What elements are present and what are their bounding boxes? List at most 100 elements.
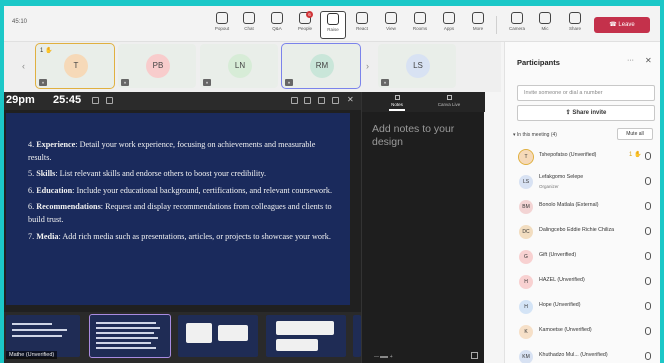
item-number: 4. (28, 140, 35, 149)
slide-thumbnail[interactable] (353, 315, 361, 357)
reset-icon[interactable] (92, 97, 99, 104)
mic-off-icon (645, 152, 651, 160)
share-button[interactable]: Share (562, 11, 588, 39)
participant-row[interactable]: KM Khuthadzo Mul... (Unverified) (515, 348, 657, 363)
slide-thumbnail[interactable] (266, 315, 346, 357)
participant-role: Organizer (539, 184, 559, 189)
slide-thumbnail-selected[interactable] (89, 314, 171, 358)
item-number: 6. (28, 185, 35, 195)
zoom-controls[interactable]: — + (374, 354, 393, 360)
toolbar-divider (496, 16, 497, 34)
notes-panel: Notes Canva Live Add notes to your desig… (361, 92, 485, 363)
item-title: Recommendations (36, 202, 101, 212)
participant-row[interactable]: K Kamoetse (Unverified) (515, 323, 657, 341)
invite-search-input[interactable]: Invite someone or dial a number (517, 85, 655, 101)
item-text: : Include your educational background, c… (72, 185, 332, 195)
leave-label: Leave (618, 22, 635, 28)
rooms-button[interactable]: Rooms (407, 11, 433, 39)
more-icon[interactable] (332, 97, 339, 104)
slide-list-item: 5. Skills: List relevant skills and endo… (28, 168, 338, 181)
close-icon[interactable]: ✕ (347, 95, 354, 104)
people-count-badge: 6 (306, 11, 313, 18)
view-button[interactable]: View (378, 11, 404, 39)
magic-icon[interactable] (304, 97, 311, 104)
participant-row[interactable]: H Hope (Unverified) (515, 298, 657, 316)
mute-all-button[interactable]: Mute all (617, 128, 653, 140)
avatar: T (64, 54, 88, 78)
toolbar-label: React (356, 26, 368, 31)
presenter-bar: 29pm 25:45 ✕ (4, 92, 361, 110)
people-button[interactable]: People 6 (292, 11, 318, 39)
q-a-button[interactable]: Q&A (264, 11, 290, 39)
participant-name: Dalingcebo Eddie Richie Chiliza (539, 227, 615, 233)
tab-canva-live[interactable]: Canva Live (424, 95, 474, 107)
participant-tile[interactable]: RM ⏸ (281, 43, 361, 89)
camera-button[interactable]: Camera (504, 11, 530, 39)
participant-tile[interactable]: T ⏸ 1 ✋ (35, 43, 115, 89)
presenter-timer: 25:45 (53, 94, 82, 106)
participant-tile[interactable]: PB ⏸ (118, 44, 196, 88)
panel-title: Participants (517, 58, 560, 67)
teams-window: 45:10 Popout Chat Q&A People 6 Raise React View… (4, 6, 660, 363)
toolbar-label: Raise (327, 27, 339, 32)
raise-button[interactable]: Raise (320, 11, 346, 39)
mic-muted-icon: ⏸ (39, 79, 47, 86)
tab-notes[interactable]: Notes (372, 95, 422, 111)
share-invite-button[interactable]: ⇪ Share invite (517, 105, 655, 121)
toolbar-label: Rooms (412, 26, 428, 31)
notes-icon (394, 95, 400, 100)
notes-textarea[interactable]: Add notes to your design (372, 123, 480, 149)
participant-tile[interactable]: LS ⏸ (378, 44, 456, 88)
mic-muted-icon: ⏸ (121, 79, 129, 86)
popout-icon (216, 12, 228, 24)
share-icon (569, 12, 581, 24)
avatar: KM (519, 350, 533, 363)
mic-button[interactable]: Mic (532, 11, 558, 39)
notes-tabs: Notes Canva Live (362, 92, 485, 112)
participant-row[interactable]: LS Lefakgomo Selepe Organizer (515, 173, 657, 191)
item-title: Education (36, 185, 73, 195)
mic-off-icon (645, 202, 651, 210)
avatar: RM (310, 54, 334, 78)
more-options-icon[interactable]: ··· (627, 57, 634, 64)
participant-name: HAZEL (Unverified) (539, 277, 585, 283)
mic-muted-icon: ⏸ (203, 79, 211, 86)
leave-button[interactable]: ☎ Leave (594, 17, 650, 33)
raise-hand-icon (327, 13, 339, 25)
qa-icon (271, 12, 283, 24)
in-meeting-section[interactable]: ▾ In this meeting (4) (513, 132, 557, 138)
chevron-left-icon[interactable]: ‹ (22, 61, 25, 71)
mic-off-icon (645, 327, 651, 335)
camera-icon (511, 12, 523, 24)
expand-icon[interactable] (471, 352, 478, 359)
more-button[interactable]: More (465, 11, 491, 39)
item-number: 7. (28, 231, 35, 241)
item-text: : List relevant skills and endorse other… (55, 169, 267, 179)
toolbar-label: People (297, 26, 312, 31)
popout-button[interactable]: Popout (209, 11, 235, 39)
mic-muted-icon: ⏸ (381, 79, 389, 86)
chevron-right-icon[interactable]: › (366, 61, 369, 71)
apps-button[interactable]: Apps (436, 11, 462, 39)
shared-screen: 29pm 25:45 ✕ 4. Experience: Detail your … (4, 92, 361, 363)
toolbar-label: Apps (443, 26, 455, 31)
participant-row[interactable]: G Gift (Unverified) (515, 248, 657, 266)
meeting-timer: 45:10 (12, 19, 28, 25)
participant-name: Hope (Unverified) (539, 302, 581, 308)
grid-icon[interactable] (291, 97, 298, 104)
toolbar-label: Q&A (272, 26, 282, 31)
participant-row[interactable]: T Tshepofatso (Unverified) 1 ✋ (515, 148, 657, 166)
chat-button[interactable]: Chat (236, 11, 262, 39)
mic-icon[interactable] (318, 97, 325, 104)
close-icon[interactable]: ✕ (645, 56, 652, 65)
participant-row[interactable]: BM Bonolo Matlala (External) (515, 198, 657, 216)
mic-off-icon (645, 352, 651, 360)
participant-tile[interactable]: LN ⏸ (200, 44, 278, 88)
pause-icon[interactable] (106, 97, 113, 104)
avatar: K (519, 325, 533, 339)
slide-thumbnail[interactable] (178, 315, 258, 357)
participant-row[interactable]: DC Dalingcebo Eddie Richie Chiliza (515, 223, 657, 241)
participant-row[interactable]: H HAZEL (Unverified) (515, 273, 657, 291)
avatar: H (519, 300, 533, 314)
react-button[interactable]: React (349, 11, 375, 39)
